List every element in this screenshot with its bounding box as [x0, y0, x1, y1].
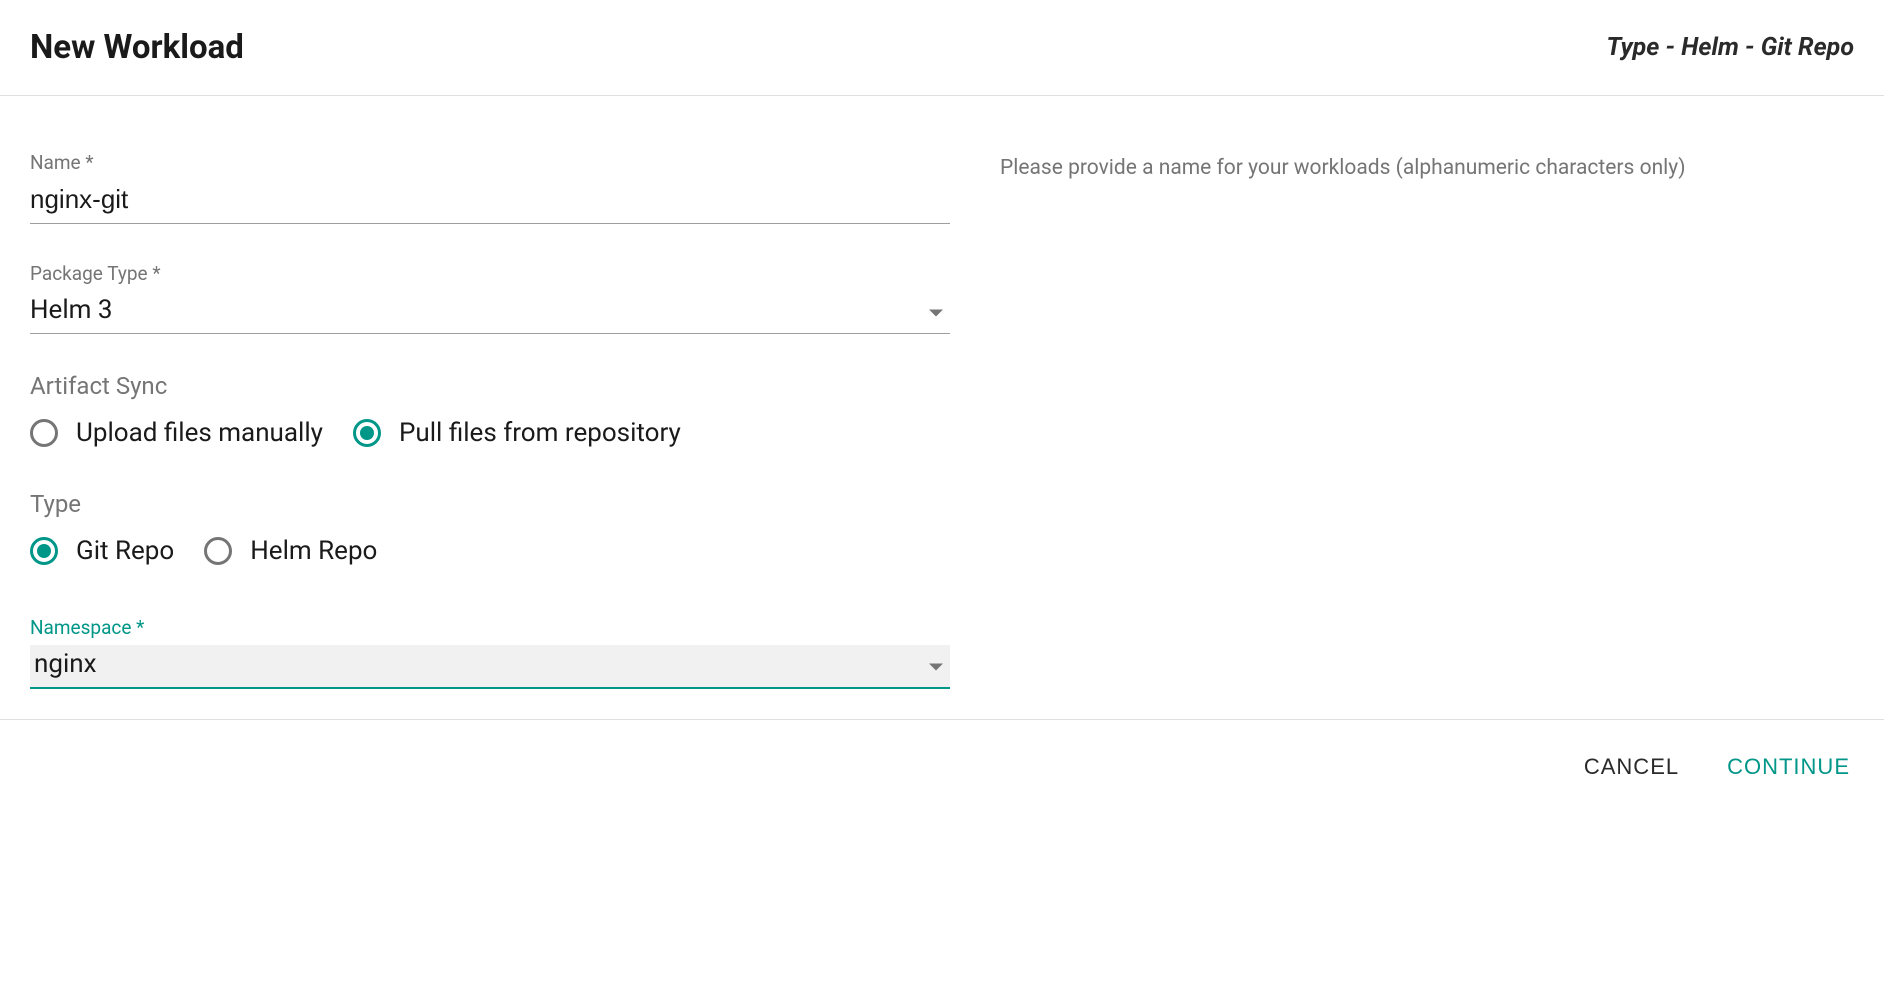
namespace-value: nginx — [30, 645, 950, 689]
artifact-sync-pull-radio[interactable]: Pull files from repository — [353, 418, 681, 448]
type-git-radio[interactable]: Git Repo — [30, 536, 174, 566]
radio-dot-icon — [360, 426, 374, 440]
type-helm-radio[interactable]: Helm Repo — [204, 536, 377, 566]
artifact-sync-upload-label: Upload files manually — [76, 418, 323, 448]
namespace-label: Namespace * — [30, 616, 950, 639]
footer-actions: CANCEL CONTINUE — [0, 719, 1884, 814]
page-subtitle: Type - Helm - Git Repo — [1606, 33, 1854, 62]
continue-button[interactable]: CONTINUE — [1723, 748, 1854, 786]
cancel-button[interactable]: CANCEL — [1580, 748, 1683, 786]
artifact-sync-radio-group: Upload files manually Pull files from re… — [30, 418, 950, 448]
package-type-label: Package Type * — [30, 262, 950, 285]
namespace-field: Namespace * nginx — [30, 616, 950, 689]
radio-unchecked-icon — [30, 419, 58, 447]
content-area: Name * Package Type * Helm 3 Artifact Sy… — [0, 96, 1884, 719]
artifact-sync-label: Artifact Sync — [30, 372, 950, 400]
artifact-sync-field: Artifact Sync Upload files manually Pull… — [30, 372, 950, 448]
type-label: Type — [30, 490, 950, 518]
type-helm-label: Helm Repo — [250, 536, 377, 566]
type-field: Type Git Repo Helm Repo — [30, 490, 950, 566]
radio-checked-icon — [353, 419, 381, 447]
radio-dot-icon — [37, 544, 51, 558]
radio-checked-icon — [30, 537, 58, 565]
package-type-select[interactable]: Helm 3 — [30, 291, 950, 334]
helper-column: Please provide a name for your workloads… — [1000, 151, 1854, 689]
artifact-sync-pull-label: Pull files from repository — [399, 418, 681, 448]
package-type-field: Package Type * Helm 3 — [30, 262, 950, 334]
package-type-value: Helm 3 — [30, 291, 950, 334]
name-label: Name * — [30, 151, 950, 174]
page-header: New Workload Type - Helm - Git Repo — [0, 0, 1884, 96]
name-input[interactable] — [30, 180, 950, 224]
type-git-label: Git Repo — [76, 536, 174, 566]
namespace-select[interactable]: nginx — [30, 645, 950, 689]
name-helper-text: Please provide a name for your workloads… — [1000, 156, 1854, 180]
form-column: Name * Package Type * Helm 3 Artifact Sy… — [30, 151, 950, 689]
name-field: Name * — [30, 151, 950, 224]
type-radio-group: Git Repo Helm Repo — [30, 536, 950, 566]
artifact-sync-upload-radio[interactable]: Upload files manually — [30, 418, 323, 448]
page-title: New Workload — [30, 28, 244, 67]
radio-unchecked-icon — [204, 537, 232, 565]
